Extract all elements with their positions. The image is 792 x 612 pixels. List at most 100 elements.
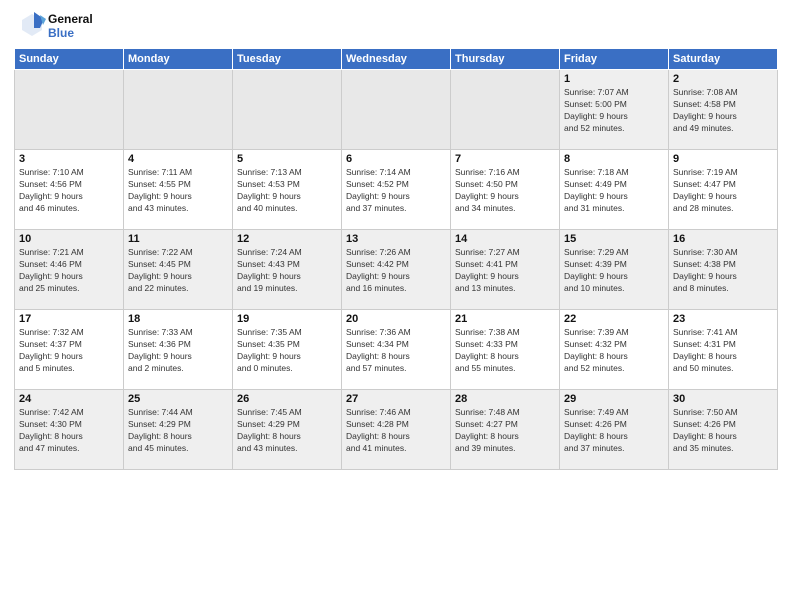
calendar-day: 15 Sunrise: 7:29 AM Sunset: 4:39 PM Dayli… xyxy=(560,230,669,310)
day-number: 17 xyxy=(19,313,119,325)
day-info: Sunrise: 7:10 AM Sunset: 4:56 PM Dayligh… xyxy=(19,167,119,215)
day-info: Sunrise: 7:46 AM Sunset: 4:28 PM Dayligh… xyxy=(346,407,446,455)
calendar-day: 27 Sunrise: 7:46 AM Sunset: 4:28 PM Dayli… xyxy=(342,390,451,470)
day-info: Sunrise: 7:49 AM Sunset: 4:26 PM Dayligh… xyxy=(564,407,664,455)
calendar-week-row: 24 Sunrise: 7:42 AM Sunset: 4:30 PM Dayli… xyxy=(15,390,778,470)
calendar-day: 5Sunrise: 7:13 AM Sunset: 4:53 PM Daylig… xyxy=(233,150,342,230)
day-number: 26 xyxy=(237,393,337,405)
day-info: Sunrise: 7:38 AM Sunset: 4:33 PM Dayligh… xyxy=(455,327,555,375)
calendar-day: 22 Sunrise: 7:39 AM Sunset: 4:32 PM Dayli… xyxy=(560,310,669,390)
day-info: Sunrise: 7:36 AM Sunset: 4:34 PM Dayligh… xyxy=(346,327,446,375)
day-info: Sunrise: 7:11 AM Sunset: 4:55 PM Dayligh… xyxy=(128,167,228,215)
day-number: 16 xyxy=(673,233,773,245)
weekday-header: Tuesday xyxy=(233,49,342,70)
weekday-header: Friday xyxy=(560,49,669,70)
page-container: General Blue SundayMondayTuesdayWednesda… xyxy=(0,0,792,612)
day-info: Sunrise: 7:22 AM Sunset: 4:45 PM Dayligh… xyxy=(128,247,228,295)
calendar-day: 7 Sunrise: 7:16 AM Sunset: 4:50 PM Daylig… xyxy=(451,150,560,230)
logo: General Blue xyxy=(14,10,93,42)
day-info: Sunrise: 7:18 AM Sunset: 4:49 PM Dayligh… xyxy=(564,167,664,215)
calendar-day: 11 Sunrise: 7:22 AM Sunset: 4:45 PM Dayli… xyxy=(124,230,233,310)
calendar-week-row: 3 Sunrise: 7:10 AM Sunset: 4:56 PM Daylig… xyxy=(15,150,778,230)
day-info: Sunrise: 7:35 AM Sunset: 4:35 PM Dayligh… xyxy=(237,327,337,375)
day-info: Sunrise: 7:26 AM Sunset: 4:42 PM Dayligh… xyxy=(346,247,446,295)
day-info: Sunrise: 7:13 AM Sunset: 4:53 PM Dayligh… xyxy=(237,167,337,215)
calendar-day: 4 Sunrise: 7:11 AM Sunset: 4:55 PM Daylig… xyxy=(124,150,233,230)
day-info: Sunrise: 7:14 AM Sunset: 4:52 PM Dayligh… xyxy=(346,167,446,215)
calendar-day: 23 Sunrise: 7:41 AM Sunset: 4:31 PM Dayli… xyxy=(669,310,778,390)
calendar-day xyxy=(124,70,233,150)
day-number: 27 xyxy=(346,393,446,405)
day-info: Sunrise: 7:41 AM Sunset: 4:31 PM Dayligh… xyxy=(673,327,773,375)
calendar-day: 19 Sunrise: 7:35 AM Sunset: 4:35 PM Dayli… xyxy=(233,310,342,390)
day-number: 19 xyxy=(237,313,337,325)
day-info: Sunrise: 7:32 AM Sunset: 4:37 PM Dayligh… xyxy=(19,327,119,375)
day-info: Sunrise: 7:21 AM Sunset: 4:46 PM Dayligh… xyxy=(19,247,119,295)
day-number: 6 xyxy=(346,153,446,165)
calendar-day: 20 Sunrise: 7:36 AM Sunset: 4:34 PM Dayli… xyxy=(342,310,451,390)
day-info: Sunrise: 7:44 AM Sunset: 4:29 PM Dayligh… xyxy=(128,407,228,455)
logo-text: General Blue xyxy=(48,12,93,41)
day-number: 13 xyxy=(346,233,446,245)
calendar-day: 8 Sunrise: 7:18 AM Sunset: 4:49 PM Daylig… xyxy=(560,150,669,230)
calendar-day: 25Sunrise: 7:44 AM Sunset: 4:29 PM Dayli… xyxy=(124,390,233,470)
logo-line1: General xyxy=(48,12,93,26)
day-number: 20 xyxy=(346,313,446,325)
day-number: 21 xyxy=(455,313,555,325)
weekday-header: Thursday xyxy=(451,49,560,70)
day-info: Sunrise: 7:16 AM Sunset: 4:50 PM Dayligh… xyxy=(455,167,555,215)
day-number: 9 xyxy=(673,153,773,165)
day-info: Sunrise: 7:19 AM Sunset: 4:47 PM Dayligh… xyxy=(673,167,773,215)
calendar-day: 18Sunrise: 7:33 AM Sunset: 4:36 PM Dayli… xyxy=(124,310,233,390)
calendar-day: 16Sunrise: 7:30 AM Sunset: 4:38 PM Dayli… xyxy=(669,230,778,310)
header: General Blue xyxy=(14,10,778,42)
day-number: 12 xyxy=(237,233,337,245)
day-number: 11 xyxy=(128,233,228,245)
calendar-day: 9 Sunrise: 7:19 AM Sunset: 4:47 PM Daylig… xyxy=(669,150,778,230)
weekday-header: Sunday xyxy=(15,49,124,70)
day-number: 30 xyxy=(673,393,773,405)
calendar-day xyxy=(451,70,560,150)
day-info: Sunrise: 7:33 AM Sunset: 4:36 PM Dayligh… xyxy=(128,327,228,375)
logo-line2: Blue xyxy=(48,26,93,40)
day-number: 2 xyxy=(673,73,773,85)
weekday-header: Saturday xyxy=(669,49,778,70)
calendar-week-row: 10 Sunrise: 7:21 AM Sunset: 4:46 PM Dayli… xyxy=(15,230,778,310)
calendar-day: 10 Sunrise: 7:21 AM Sunset: 4:46 PM Dayli… xyxy=(15,230,124,310)
day-info: Sunrise: 7:29 AM Sunset: 4:39 PM Dayligh… xyxy=(564,247,664,295)
day-number: 3 xyxy=(19,153,119,165)
day-number: 8 xyxy=(564,153,664,165)
day-number: 23 xyxy=(673,313,773,325)
day-info: Sunrise: 7:48 AM Sunset: 4:27 PM Dayligh… xyxy=(455,407,555,455)
calendar-day: 26 Sunrise: 7:45 AM Sunset: 4:29 PM Dayli… xyxy=(233,390,342,470)
calendar-day: 29Sunrise: 7:49 AM Sunset: 4:26 PM Dayli… xyxy=(560,390,669,470)
day-info: Sunrise: 7:27 AM Sunset: 4:41 PM Dayligh… xyxy=(455,247,555,295)
calendar-day: 28Sunrise: 7:48 AM Sunset: 4:27 PM Dayli… xyxy=(451,390,560,470)
calendar-day xyxy=(342,70,451,150)
calendar-day xyxy=(233,70,342,150)
calendar-day: 30 Sunrise: 7:50 AM Sunset: 4:26 PM Dayli… xyxy=(669,390,778,470)
day-number: 4 xyxy=(128,153,228,165)
day-number: 24 xyxy=(19,393,119,405)
day-info: Sunrise: 7:42 AM Sunset: 4:30 PM Dayligh… xyxy=(19,407,119,455)
day-info: Sunrise: 7:39 AM Sunset: 4:32 PM Dayligh… xyxy=(564,327,664,375)
day-number: 1 xyxy=(564,73,664,85)
calendar-day: 13 Sunrise: 7:26 AM Sunset: 4:42 PM Dayli… xyxy=(342,230,451,310)
calendar-day: 12 Sunrise: 7:24 AM Sunset: 4:43 PM Dayli… xyxy=(233,230,342,310)
calendar-week-row: 17 Sunrise: 7:32 AM Sunset: 4:37 PM Dayli… xyxy=(15,310,778,390)
calendar-day: 2Sunrise: 7:08 AM Sunset: 4:58 PM Daylig… xyxy=(669,70,778,150)
weekday-header: Monday xyxy=(124,49,233,70)
calendar-day: 21 Sunrise: 7:38 AM Sunset: 4:33 PM Dayli… xyxy=(451,310,560,390)
day-number: 7 xyxy=(455,153,555,165)
calendar-day: 17 Sunrise: 7:32 AM Sunset: 4:37 PM Dayli… xyxy=(15,310,124,390)
logo-graphic xyxy=(14,10,46,42)
day-number: 10 xyxy=(19,233,119,245)
day-number: 22 xyxy=(564,313,664,325)
calendar-day: 14Sunrise: 7:27 AM Sunset: 4:41 PM Dayli… xyxy=(451,230,560,310)
day-info: Sunrise: 7:50 AM Sunset: 4:26 PM Dayligh… xyxy=(673,407,773,455)
day-info: Sunrise: 7:24 AM Sunset: 4:43 PM Dayligh… xyxy=(237,247,337,295)
calendar-day xyxy=(15,70,124,150)
day-number: 15 xyxy=(564,233,664,245)
day-info: Sunrise: 7:45 AM Sunset: 4:29 PM Dayligh… xyxy=(237,407,337,455)
weekday-header-row: SundayMondayTuesdayWednesdayThursdayFrid… xyxy=(15,49,778,70)
